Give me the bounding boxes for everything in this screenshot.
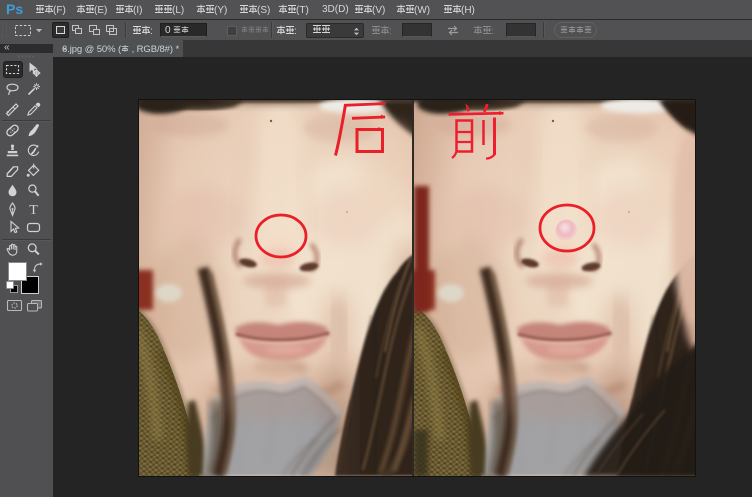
svg-text:T: T: [29, 203, 38, 218]
